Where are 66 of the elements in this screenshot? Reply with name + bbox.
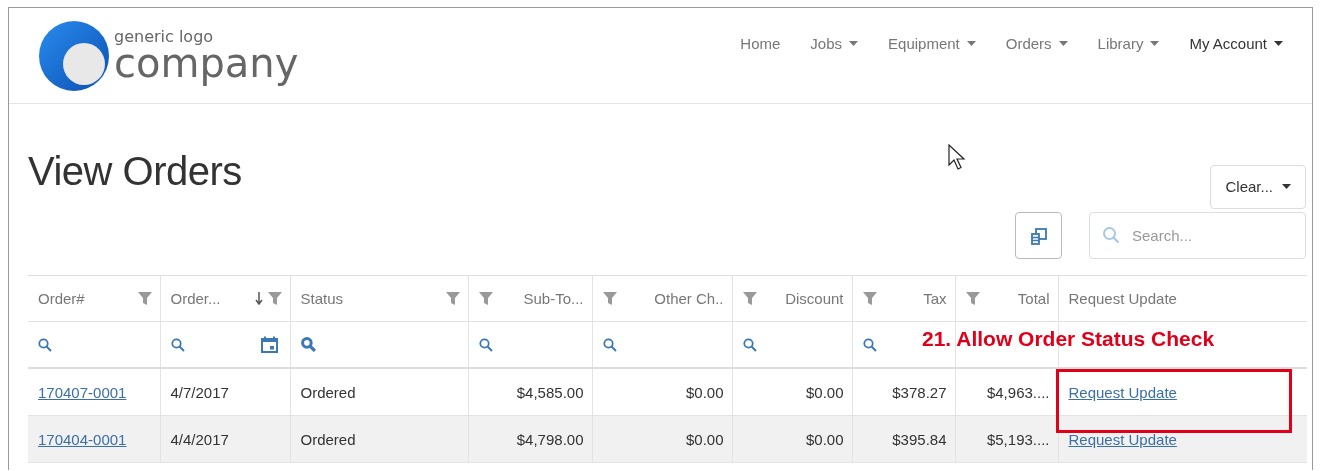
columns-icon [1028,225,1049,246]
filter-icon[interactable] [267,292,282,305]
caret-icon [1274,40,1283,46]
column-header[interactable]: Discount [732,275,852,322]
table-cell: $0.00 [685,383,724,401]
table-cell: 4/4/2017 [170,430,229,448]
request-update-link[interactable]: Request Update [1068,430,1177,448]
mouse-pointer-icon [948,144,966,170]
caret-icon [1058,40,1068,46]
table-cell: $4,963.... [986,383,1050,401]
table-cell: Ordered [300,430,356,448]
search-icon[interactable] [742,337,757,352]
nav-menu-item[interactable]: Library [1082,26,1175,60]
calendar-icon[interactable] [260,336,278,353]
filter-icon[interactable] [478,292,493,305]
search-icon[interactable] [602,337,617,352]
table-cell: $0.00 [805,383,844,401]
column-header[interactable]: Tax [852,275,955,322]
filter-icon[interactable] [445,292,460,305]
caret-icon [849,40,859,46]
column-header[interactable]: Order... [160,275,290,322]
order-number-link[interactable]: 170404-0001 [38,430,127,448]
table-cell: $0.00 [685,430,724,448]
column-chooser-button[interactable] [1015,212,1062,259]
request-update-link[interactable]: Request Update [1068,383,1177,401]
filter-icon[interactable] [862,292,877,305]
caret-icon [1282,184,1291,189]
column-header[interactable]: Status [290,275,468,322]
filter-icon[interactable] [137,292,152,305]
table-cell: $4,585.00 [516,383,584,401]
search-field[interactable]: Search... [1089,212,1306,259]
annotation-label: 21. Allow Order Status Check [922,327,1215,351]
column-header[interactable]: Other Ch.. [592,275,732,322]
table-cell: $378.27 [892,383,947,401]
filter-icon[interactable] [742,292,757,305]
clear-dropdown-button[interactable]: Clear... [1210,164,1306,209]
nav-menu-item[interactable]: Home [725,26,796,60]
filter-icon[interactable] [965,292,980,305]
page-title: View Orders [28,149,242,194]
column-header[interactable]: Request Update [1058,275,1307,322]
column-header[interactable]: Sub-To... [468,275,592,322]
table-cell: 4/7/2017 [170,383,229,401]
column-header[interactable]: Total [955,275,1058,322]
sort-descending-icon [254,292,263,305]
logo-icon [39,19,111,92]
table-cell: Ordered [300,383,356,401]
table-cell: $395.84 [892,430,947,448]
search-icon[interactable] [300,337,316,352]
column-header[interactable]: Order# [28,275,160,322]
table-cell: $5,193.... [986,430,1050,448]
search-icon[interactable] [478,337,493,352]
search-icon[interactable] [38,337,52,352]
nav-menu-item[interactable]: My Account [1174,26,1298,60]
search-icon [1102,226,1120,244]
caret-icon [1150,40,1160,46]
search-icon[interactable] [170,337,185,352]
search-icon[interactable] [862,337,877,352]
nav-menu-item[interactable]: Jobs [795,26,874,60]
filter-icon[interactable] [602,292,617,305]
logo-tagline: generic logo [114,28,215,45]
table-cell: $4,798.00 [516,430,584,448]
order-number-link[interactable]: 170407-0001 [38,383,127,401]
nav-menu-item[interactable]: Equipment [873,26,991,60]
caret-icon [966,40,976,46]
table-cell: $0.00 [805,430,844,448]
nav-menu-item[interactable]: Orders [990,26,1083,60]
